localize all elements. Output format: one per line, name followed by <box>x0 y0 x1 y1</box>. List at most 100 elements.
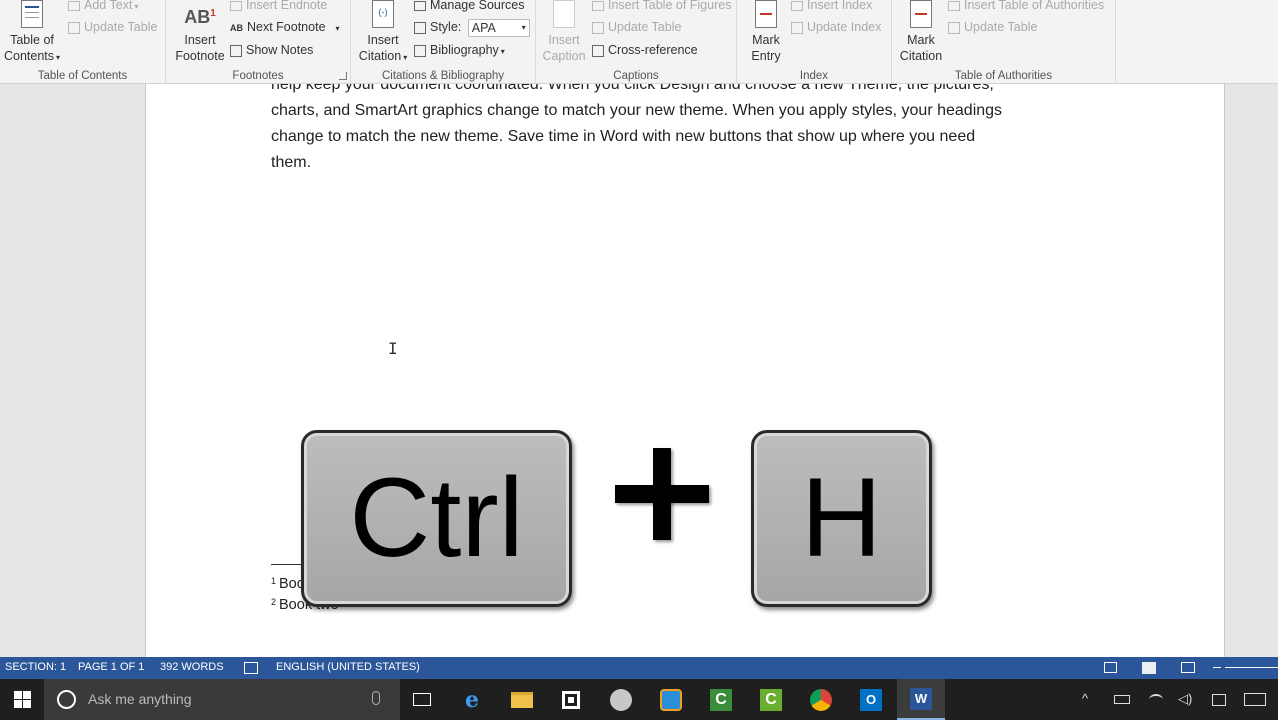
table-of-contents-label-1: Table of <box>10 33 54 47</box>
action-center-icon[interactable] <box>1212 694 1226 706</box>
update-table-icon <box>592 21 604 34</box>
insert-endnote-button[interactable]: Insert Endnote <box>230 0 327 14</box>
status-page[interactable]: PAGE 1 OF 1 <box>78 661 144 673</box>
insert-index-icon <box>791 0 803 11</box>
style-select[interactable]: APA ▾ <box>467 18 530 37</box>
web-layout-icon[interactable] <box>1181 662 1195 673</box>
windows-logo-icon <box>13 691 31 708</box>
group-label-footnotes: Footnotes <box>232 70 284 82</box>
status-bar: SECTION: 1 PAGE 1 OF 1 392 WORDS ENGLISH… <box>0 657 1278 679</box>
update-table-captions-label: Update Table <box>608 20 682 34</box>
proofing-icon[interactable] <box>244 662 258 674</box>
volume-icon[interactable]: ◁) <box>1178 691 1192 707</box>
style-select-value: APA <box>471 20 496 35</box>
update-table-authorities-button[interactable]: Update Table <box>948 18 1037 36</box>
table-of-figures-icon <box>592 0 604 11</box>
edge-icon: e <box>465 686 479 713</box>
mark-citation-button[interactable]: Mark Citation <box>894 0 948 64</box>
group-label-table-of-contents: Table of Contents <box>37 70 128 82</box>
table-of-contents-button[interactable]: Table of Contents ▾ <box>2 0 62 66</box>
start-button[interactable] <box>0 679 44 720</box>
insert-endnote-label: Insert Endnote <box>246 0 328 12</box>
search-placeholder: Ask me anything <box>88 691 192 707</box>
status-word-count[interactable]: 392 WORDS <box>160 661 224 673</box>
mark-entry-button[interactable]: Mark Entry <box>741 0 791 64</box>
insert-caption-button[interactable]: Insert Caption <box>538 0 590 64</box>
task-view-button[interactable] <box>398 679 446 720</box>
cortana-search-box[interactable]: Ask me anything <box>44 679 400 720</box>
mark-citation-icon <box>910 0 932 28</box>
footnotes-dialog-launcher-icon[interactable] <box>339 72 347 80</box>
manage-sources-button[interactable]: Manage Sources <box>414 0 525 14</box>
add-text-icon <box>68 0 80 11</box>
group-captions: Insert Caption Insert Table of Figures U… <box>536 0 737 84</box>
body-paragraph[interactable]: help keep your document coordinated. Whe… <box>271 84 1099 176</box>
update-table-captions-button[interactable]: Update Table <box>592 18 681 36</box>
app-button-blue[interactable] <box>647 679 695 720</box>
insert-table-of-authorities-button[interactable]: Insert Table of Authorities <box>948 0 1104 14</box>
insert-citation-button[interactable]: (-) Insert Citation ▾ <box>355 0 411 66</box>
document-area: help keep your document coordinated. Whe… <box>0 84 1278 657</box>
steam-icon <box>610 688 632 711</box>
show-notes-icon <box>230 44 242 57</box>
bibliography-button[interactable]: Bibliography ▾ <box>414 41 505 59</box>
group-label-index: Index <box>799 70 829 82</box>
update-table-button[interactable]: Update Table <box>68 18 157 36</box>
update-index-icon <box>791 21 803 34</box>
update-index-button[interactable]: Update Index <box>791 18 881 36</box>
insert-footnote-button[interactable]: AB1 Insert Footnote <box>172 0 228 64</box>
windows-taskbar: Ask me anything e C C O W ^ ◁) <box>0 679 1278 720</box>
show-notes-button[interactable]: Show Notes <box>230 41 313 59</box>
insert-table-of-figures-button[interactable]: Insert Table of Figures <box>592 0 731 14</box>
body-line: change to match the new theme. Save time… <box>271 128 976 145</box>
read-mode-icon[interactable] <box>1104 662 1117 673</box>
camtasia-recorder-button[interactable]: C <box>747 679 795 720</box>
group-index: Mark Entry Insert Index Update Index Ind… <box>737 0 892 84</box>
insert-footnote-label-2: Footnote <box>175 49 225 63</box>
body-line: help keep your document coordinated. Whe… <box>271 84 994 93</box>
cross-reference-icon <box>592 44 604 57</box>
cross-reference-button[interactable]: Cross-reference <box>592 41 698 59</box>
group-label-captions: Captions <box>613 70 659 82</box>
show-hidden-icons-icon[interactable]: ^ <box>1082 691 1088 706</box>
plus-sign-icon <box>612 440 712 550</box>
endnote-icon <box>230 0 242 11</box>
dropdown-arrow-icon: ▾ <box>500 47 505 56</box>
dropdown-arrow-icon: ▾ <box>56 53 61 62</box>
mark-entry-icon <box>755 0 777 28</box>
footnote-icon: AB1 <box>184 7 216 27</box>
word-button[interactable]: W <box>897 679 945 720</box>
table-of-contents-icon <box>21 0 43 28</box>
store-button[interactable] <box>547 679 595 720</box>
add-text-button[interactable]: Add Text ▾ <box>68 0 138 14</box>
chrome-button[interactable] <box>797 679 845 720</box>
insert-toa-icon <box>948 0 960 11</box>
status-section[interactable]: SECTION: 1 <box>5 661 66 673</box>
print-layout-icon[interactable] <box>1142 662 1156 674</box>
battery-icon[interactable] <box>1114 695 1130 704</box>
insert-toa-label: Insert Table of Authorities <box>964 0 1105 12</box>
show-notes-label: Show Notes <box>246 43 314 57</box>
status-language[interactable]: ENGLISH (UNITED STATES) <box>276 661 420 673</box>
mark-citation-label-2: Citation <box>899 49 943 63</box>
edge-button[interactable]: e <box>448 679 496 720</box>
keyboard-icon[interactable] <box>1244 693 1266 706</box>
next-footnote-button[interactable]: AB Next Footnote ▾ <box>230 18 340 36</box>
insert-index-button[interactable]: Insert Index <box>791 0 872 14</box>
h-key-label: H <box>801 455 882 580</box>
zoom-slider[interactable] <box>1225 667 1278 668</box>
update-table-icon <box>948 21 960 34</box>
body-line: charts, and SmartArt graphics change to … <box>271 102 1003 119</box>
footnote-number: 2 <box>271 597 277 607</box>
style-label: Style: <box>430 20 462 34</box>
file-explorer-button[interactable] <box>498 679 546 720</box>
steam-button[interactable] <box>597 679 645 720</box>
outlook-button[interactable]: O <box>847 679 895 720</box>
cross-reference-label: Cross-reference <box>608 43 698 57</box>
camtasia-button[interactable]: C <box>697 679 745 720</box>
wifi-icon[interactable] <box>1149 694 1163 706</box>
next-footnote-icon: AB <box>230 22 243 33</box>
zoom-out-icon[interactable] <box>1213 667 1221 668</box>
style-icon <box>414 21 426 34</box>
update-index-label: Update Index <box>807 20 882 34</box>
